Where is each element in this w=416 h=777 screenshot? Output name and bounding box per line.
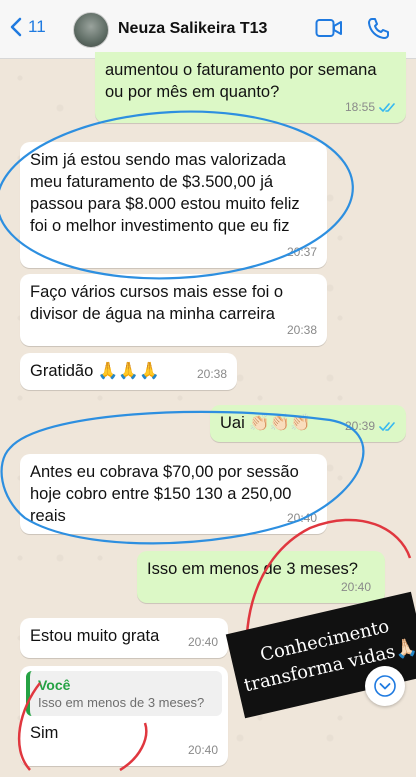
message-bubble-incoming[interactable]: Antes eu cobrava $70,00 por sessão hoje … (20, 454, 327, 534)
message-bubble-incoming[interactable]: Gratidão 🙏🙏🙏 20:38 (20, 353, 237, 390)
phone-icon[interactable] (366, 17, 390, 41)
message-text: Antes eu cobrava $70,00 por sessão hoje … (30, 463, 299, 525)
chevron-left-icon (10, 17, 22, 37)
unread-count: 11 (28, 17, 46, 36)
chevron-down-icon (374, 675, 396, 697)
message-time: 20:40 (187, 743, 218, 757)
message-time: 20:40 (187, 635, 218, 649)
message-time: 20:40 (286, 511, 317, 525)
message-time: 20:37 (286, 245, 317, 259)
chat-header: 11 Neuza Salikeira T13 (0, 0, 416, 59)
message-text: Sim já estou sendo mas valorizada meu fa… (30, 151, 300, 235)
video-camera-icon[interactable] (315, 17, 343, 39)
message-time: 20:38 (196, 367, 227, 381)
message-time: 20:40 (340, 580, 371, 594)
message-bubble-incoming[interactable]: Faço vários cursos mais esse foi o divis… (20, 274, 327, 346)
double-check-icon (379, 421, 395, 431)
back-button[interactable]: 11 (10, 17, 46, 37)
contact-name[interactable]: Neuza Salikeira T13 (118, 20, 267, 38)
quote-author: Você (38, 677, 71, 693)
double-check-icon (379, 102, 395, 112)
reply-message-bubble[interactable]: Você Isso em menos de 3 meses? Sim 20:40 (20, 666, 228, 766)
scroll-to-bottom-button[interactable] (365, 666, 405, 706)
message-bubble-incoming[interactable]: Estou muito grata 20:40 (20, 618, 228, 658)
avatar[interactable] (73, 12, 109, 48)
message-bubble-outgoing[interactable]: Isso em menos de 3 meses? 20:40 (137, 551, 385, 603)
message-bubble-outgoing[interactable]: Uai 👏🏻👏🏻👏🏻 20:39 (210, 405, 406, 442)
message-time: 18:55 (344, 100, 375, 114)
message-time: 20:39 (344, 419, 375, 433)
message-bubble-outgoing[interactable]: aumentou o faturamento por semana ou por… (95, 52, 406, 123)
message-text: Faço vários cursos mais esse foi o divis… (30, 283, 284, 323)
quoted-message[interactable]: Você Isso em menos de 3 meses? (26, 671, 222, 716)
message-time: 20:38 (286, 323, 317, 337)
message-bubble-incoming[interactable]: Sim já estou sendo mas valorizada meu fa… (20, 142, 327, 268)
quote-text: Isso em menos de 3 meses? (38, 695, 205, 710)
